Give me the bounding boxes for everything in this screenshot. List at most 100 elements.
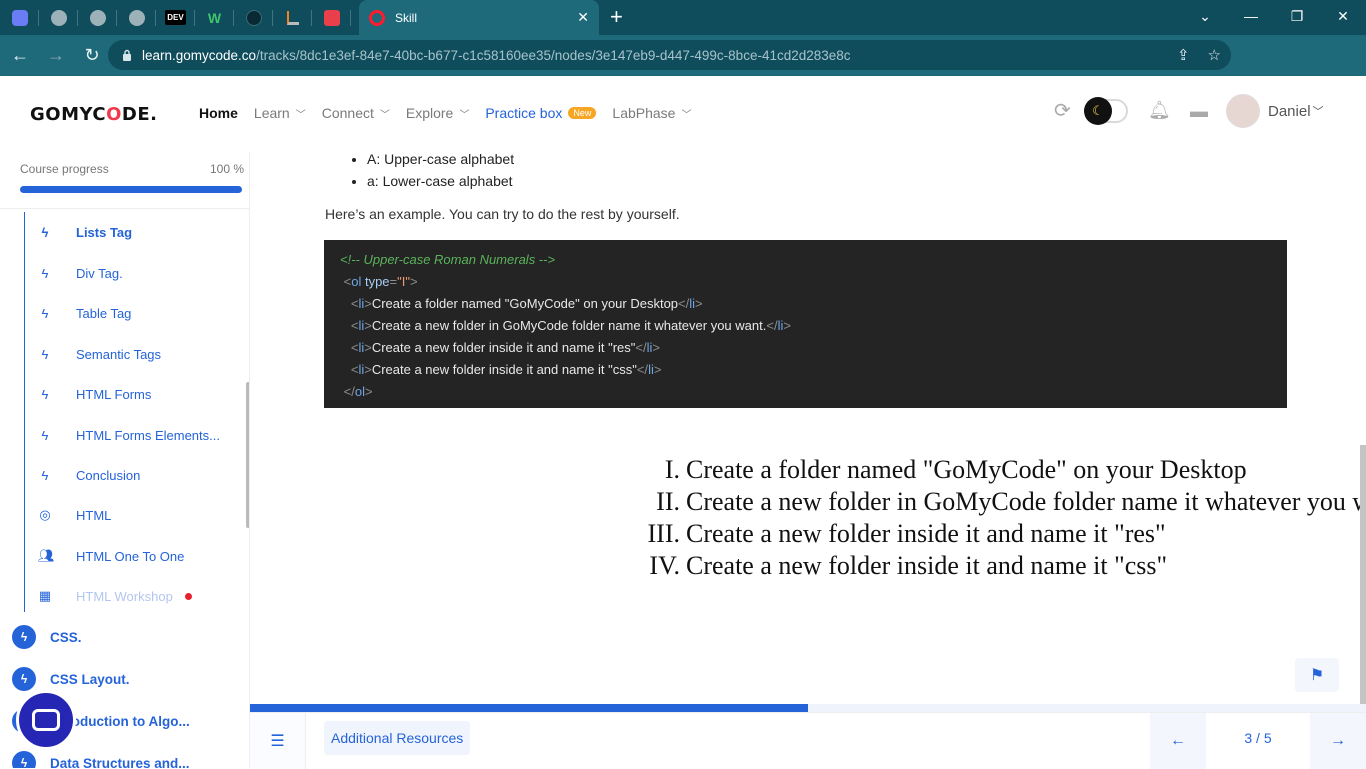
tab-github[interactable] <box>234 0 273 35</box>
opera-icon <box>369 9 385 26</box>
tab-stackoverflow[interactable] <box>273 0 312 35</box>
share-icon[interactable]: ⇪ <box>1177 46 1190 64</box>
sidebar-item-html[interactable]: ◎ HTML <box>38 503 111 527</box>
tab-dev[interactable]: DEV <box>156 0 195 35</box>
sidebar-item-html-workshop[interactable]: ▦ HTML Workshop <box>38 584 192 608</box>
sidebar-item-lists-tag[interactable]: ϟ Lists Tag <box>38 220 133 244</box>
flag-icon: ⚑ <box>1309 667 1325 684</box>
nav-learn[interactable]: Learn ﹀ <box>254 105 306 121</box>
nav-practice-box[interactable]: Practice box New <box>485 105 597 121</box>
w-icon: W <box>207 9 222 26</box>
new-tab-button[interactable]: + <box>610 5 623 29</box>
outline-button[interactable]: ☰ <box>250 713 306 769</box>
active-tab[interactable]: Skill ✕ <box>359 0 599 35</box>
gomycode-logo[interactable]: GOMYCODE. <box>30 104 157 125</box>
nav-home[interactable]: Home <box>199 105 238 121</box>
globe-icon <box>89 9 106 26</box>
content-scrollbar[interactable] <box>1360 445 1366 705</box>
chat-support-button[interactable] <box>16 690 76 750</box>
additional-resources-button[interactable]: Additional Resources <box>324 721 471 755</box>
tab-w[interactable]: W <box>195 0 234 35</box>
close-tab-icon[interactable]: ✕ <box>577 9 589 26</box>
tab-search-chevron-icon[interactable]: ⌄ <box>1182 0 1228 35</box>
lock-icon <box>123 49 131 61</box>
nav-labphase[interactable]: LabPhase ﹀ <box>612 105 691 121</box>
course-progress-fill <box>20 186 242 193</box>
browser-tab-bar: DEV W Skill ✕ + ⌄ — ❐ ✕ <box>0 0 1366 35</box>
sidebar-item-html-forms-elements[interactable]: ϟ HTML Forms Elements... <box>38 423 220 447</box>
bookmark-star-icon[interactable]: ☆ <box>1208 46 1221 64</box>
bolt-icon: ϟ <box>12 625 36 649</box>
arrow-right-icon: → <box>1330 732 1346 749</box>
bolt-icon: ϟ <box>41 386 49 402</box>
tab-app[interactable] <box>0 0 39 35</box>
url-path: /tracks/8dc1e3ef-84e7-40bc-b677-c1c58160… <box>256 47 851 63</box>
previous-page-button[interactable]: ← <box>1150 713 1206 769</box>
nav-connect[interactable]: Connect ﹀ <box>322 105 390 121</box>
lesson-progress-bar <box>250 704 1366 712</box>
page-indicator: 3 / 5 <box>1244 730 1272 746</box>
course-progress-label: Course progress <box>20 162 109 176</box>
sidebar-item-table-tag[interactable]: ϟ Table Tag <box>38 301 132 325</box>
bell-icon[interactable]: 🔔︎ <box>1148 100 1171 122</box>
people-icon: 👥︎ <box>38 548 55 563</box>
lesson-progress-fill <box>250 704 808 712</box>
course-sidebar: Course progress 100 % ϟ Lists Tag ϟ Div Ta… <box>0 152 250 768</box>
messages-icon[interactable]: ▬ <box>1190 101 1212 121</box>
window-controls: ⌄ — ❐ ✕ <box>1182 0 1366 35</box>
restore-icon[interactable]: ❐ <box>1274 0 1320 35</box>
next-page-button[interactable]: → <box>1310 713 1366 769</box>
list-item: a: Lower-case alphabet <box>367 170 514 192</box>
case-bullets: A: Upper-case alphabet a: Lower-case alp… <box>347 148 514 192</box>
course-progress-value: 100 % <box>210 162 245 176</box>
minimize-icon[interactable]: — <box>1228 0 1274 35</box>
bolt-icon: ϟ <box>41 265 49 281</box>
chevron-down-icon: ﹀ <box>1312 106 1324 118</box>
dev-icon: DEV <box>165 10 186 25</box>
code-comment: <!-- Upper-case Roman Numerals --> <box>340 252 556 267</box>
sidebar-item-conclusion[interactable]: ϟ Conclusion <box>38 463 141 487</box>
sidebar-section-css-layout[interactable]: ϟ CSS Layout. <box>12 667 130 691</box>
tab-globe-3[interactable] <box>117 0 156 35</box>
tab-globe-1[interactable] <box>39 0 78 35</box>
back-arrow-icon[interactable]: ← <box>4 40 36 72</box>
tab-shield[interactable] <box>312 0 351 35</box>
sidebar-item-html-forms[interactable]: ϟ HTML Forms <box>38 382 152 406</box>
forward-arrow-icon[interactable]: → <box>40 40 72 72</box>
sidebar-item-html-one-to-one[interactable]: 👥︎ HTML One To One <box>38 544 184 568</box>
bolt-icon: ϟ <box>12 667 36 691</box>
user-menu[interactable]: Daniel ﹀ <box>1268 103 1324 120</box>
reload-icon[interactable]: ↻ <box>76 40 108 72</box>
tab-globe-2[interactable] <box>78 0 117 35</box>
globe-icon <box>128 9 145 26</box>
main-nav: Home Learn ﹀ Connect ﹀ Explore ﹀ Practice b… <box>199 105 707 121</box>
close-window-icon[interactable]: ✕ <box>1320 0 1366 35</box>
url-field[interactable]: learn.gomycode.co/tracks/8dc1e3ef-84e7-4… <box>108 40 1231 70</box>
sidebar-section-css[interactable]: ϟ CSS. <box>12 625 82 649</box>
shield-icon <box>323 9 340 26</box>
nav-explore[interactable]: Explore ﹀ <box>406 105 469 121</box>
stackoverflow-icon <box>286 10 299 25</box>
sidebar-section-data-structures[interactable]: ϟ Data Structures and... <box>12 751 190 768</box>
report-flag-button[interactable]: ⚑ <box>1295 658 1339 692</box>
code-line: Create a folder named "GoMyCode" on your… <box>371 296 679 311</box>
sidebar-item-semantic-tags[interactable]: ϟ Semantic Tags <box>38 342 161 366</box>
code-block: <!-- Upper-case Roman Numerals --> <ol t… <box>324 240 1287 408</box>
chevron-down-icon: ﹀ <box>459 109 470 121</box>
intro-text: Here’s an example. You can try to do the… <box>325 206 680 222</box>
unread-dot <box>184 592 192 600</box>
github-icon <box>245 9 262 26</box>
lesson-content: A: Upper-case alphabet a: Lower-case alp… <box>250 151 1366 704</box>
bolt-icon: ϟ <box>41 224 49 240</box>
dark-mode-toggle[interactable]: ☾ <box>1084 97 1128 125</box>
bolt-icon: ϟ <box>41 427 49 443</box>
bolt-icon: ϟ <box>41 305 49 321</box>
avatar[interactable] <box>1226 94 1260 128</box>
sync-icon[interactable]: ⟳ <box>1054 100 1076 122</box>
arrow-left-icon: ← <box>1170 732 1186 749</box>
sidebar-item-div-tag[interactable]: ϟ Div Tag. <box>38 261 123 285</box>
chevron-down-icon: ﹀ <box>681 109 692 121</box>
moon-icon: ☾ <box>1084 97 1112 125</box>
bolt-icon: ϟ <box>41 346 49 362</box>
list-item: A: Upper-case alphabet <box>367 148 514 170</box>
